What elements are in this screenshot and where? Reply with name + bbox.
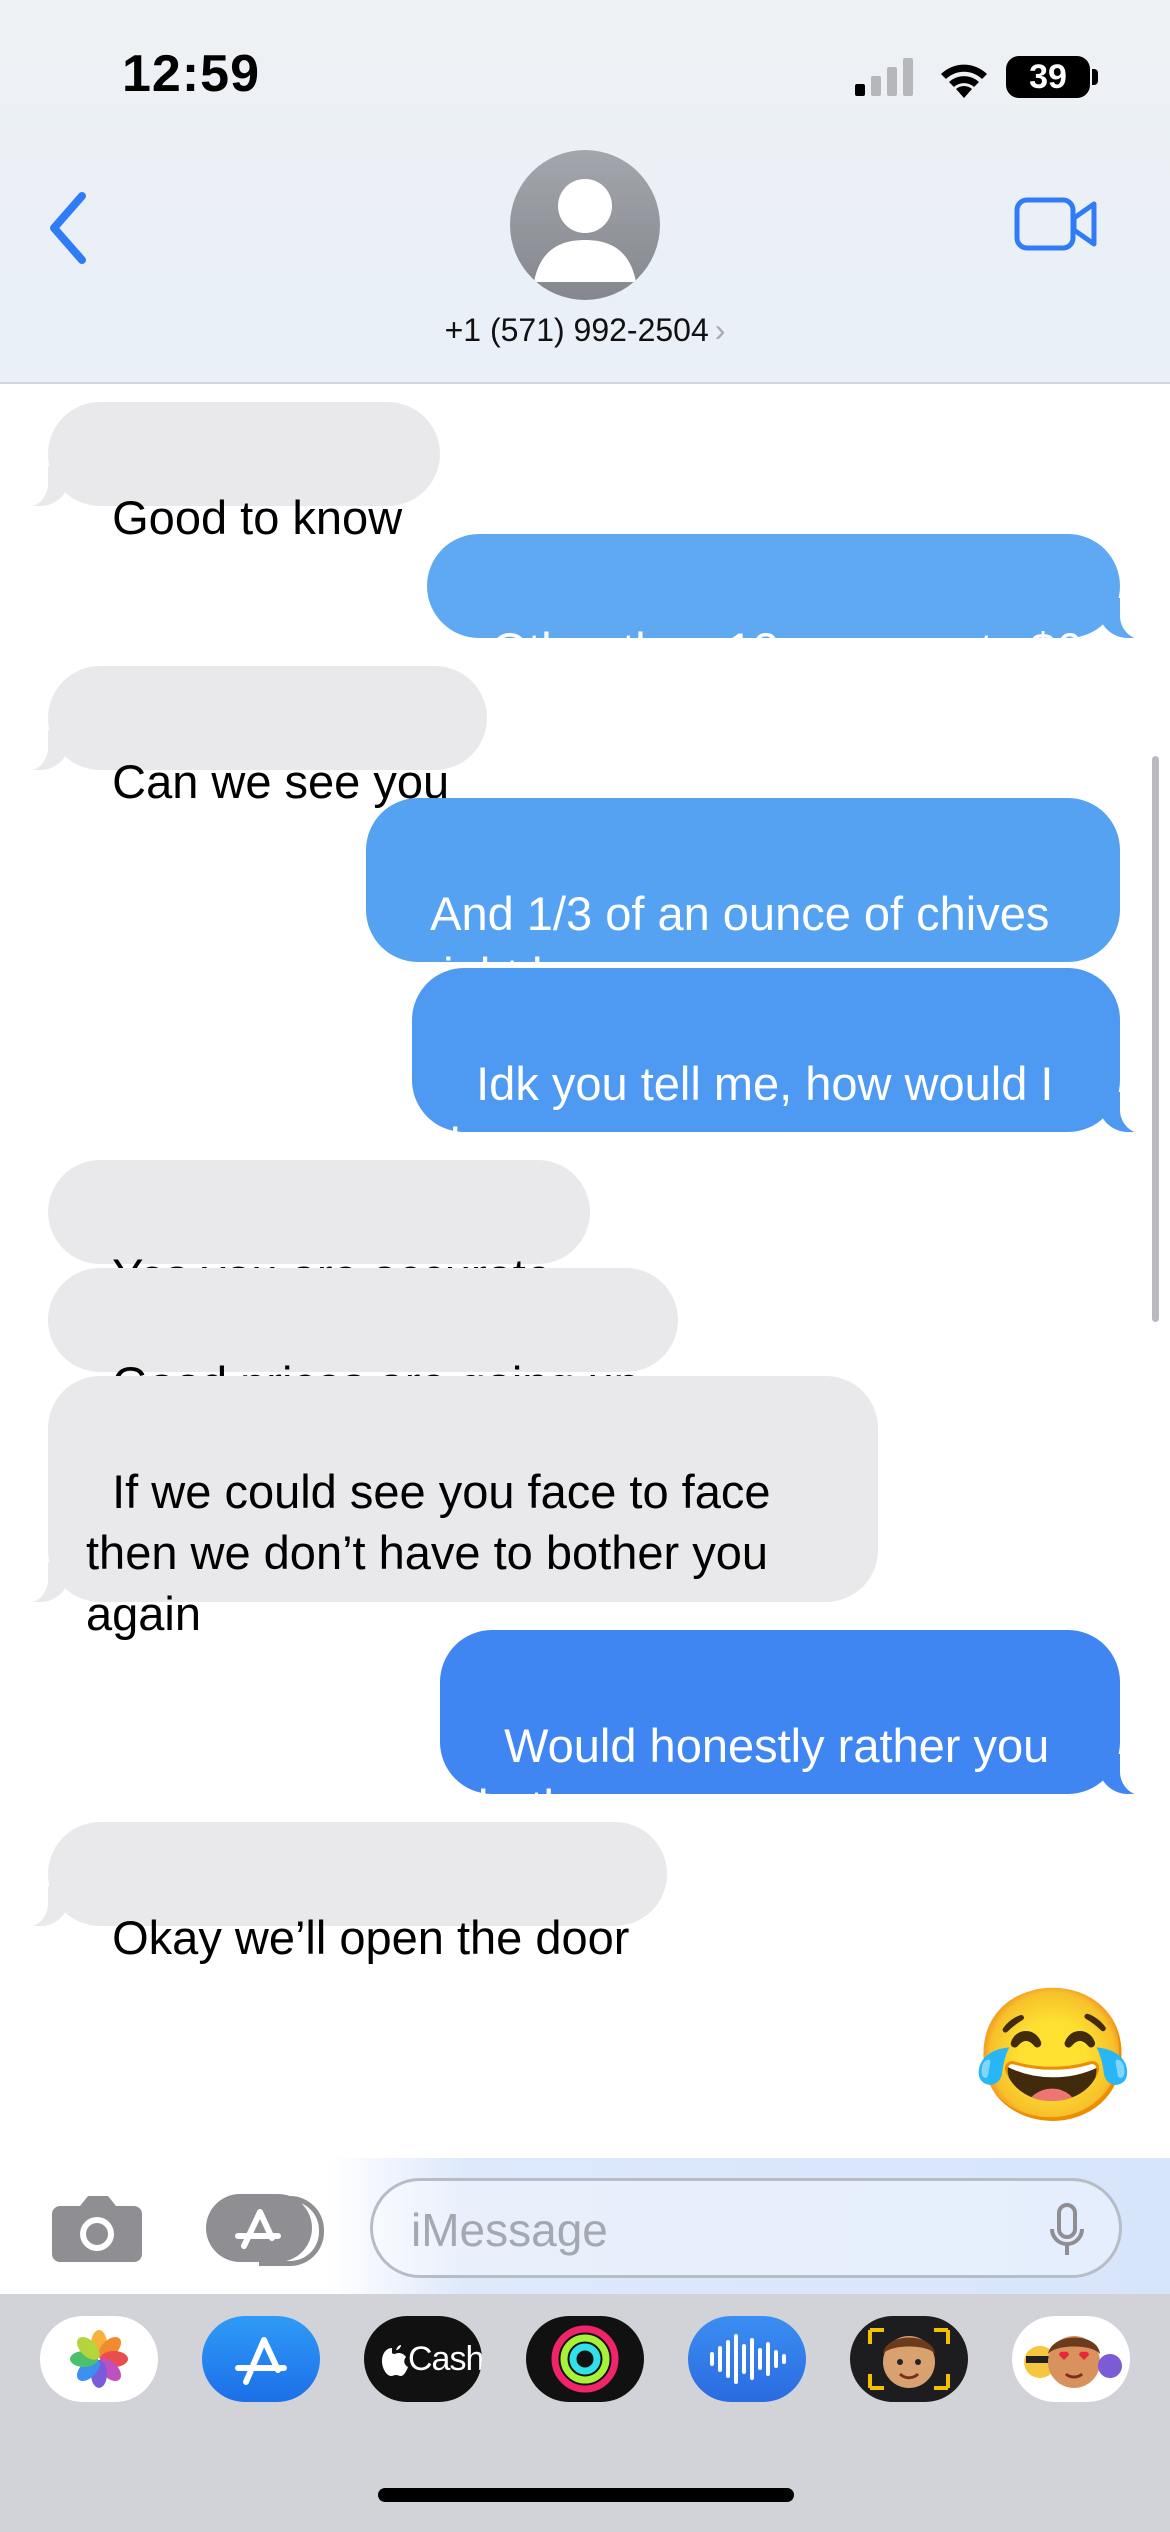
cash-label: Cash xyxy=(408,2340,482,2378)
outgoing-message[interactable]: Would honestly rather you bother me xyxy=(440,1630,1160,1833)
back-chevron-icon[interactable] xyxy=(40,188,100,268)
message-text: Can we see you xyxy=(112,755,450,808)
incoming-message[interactable]: Yes you are accurate xyxy=(48,1160,590,1302)
memoji-app-icon[interactable] xyxy=(850,2316,968,2402)
message-text: Good to know xyxy=(112,491,403,544)
camera-icon[interactable] xyxy=(50,2192,144,2264)
audio-message-app-icon[interactable] xyxy=(688,2316,806,2402)
imessage-input[interactable]: iMessage xyxy=(370,2178,1122,2278)
incoming-message[interactable]: Good to know xyxy=(7,402,441,544)
message-text: Would honestly rather you bother me xyxy=(478,1719,1063,1833)
app-store-app-icon[interactable] xyxy=(202,2316,320,2402)
facetime-video-icon[interactable] xyxy=(1014,196,1098,252)
outgoing-message[interactable]: Idk you tell me, how would I know xyxy=(412,968,1160,1171)
app-store-apps-button[interactable] xyxy=(206,2194,324,2266)
home-indicator[interactable] xyxy=(378,2488,794,2502)
contact-name[interactable]: +1 (571) 992-2504 › xyxy=(0,312,1170,349)
chevron-right-icon: › xyxy=(714,312,726,348)
contact-number: +1 (571) 992-2504 xyxy=(444,312,709,348)
fitness-activity-app-icon[interactable] xyxy=(526,2316,644,2402)
message-text: Okay we’ll open the door xyxy=(112,1911,630,1964)
microphone-icon[interactable] xyxy=(1049,2203,1085,2259)
apps-button-ring xyxy=(259,2196,324,2266)
outgoing-message[interactable]: Other than 12 eggs costs $6 xyxy=(427,534,1160,676)
apple-cash-app-icon[interactable]: Cash xyxy=(364,2316,482,2402)
laughing-emoji-message[interactable]: 😂 xyxy=(972,1990,1134,2120)
battery-tip xyxy=(1092,69,1098,85)
conversation-header: 12:59 39 +1 (571) 992-2504 › xyxy=(0,0,1170,384)
compose-bar: iMessage xyxy=(0,2158,1170,2294)
message-text: Other than 12 eggs costs xyxy=(491,623,1030,676)
incoming-message[interactable]: If we could see you face to face then we… xyxy=(8,1376,878,1640)
scrollbar[interactable] xyxy=(1152,756,1159,1322)
wifi-icon xyxy=(941,64,987,98)
battery-indicator: 39 xyxy=(1006,56,1090,98)
incoming-message[interactable]: Good prices are going up xyxy=(48,1268,678,1410)
outgoing-message[interactable]: And 1/3 of an ounce of chives might be m… xyxy=(366,798,1120,1001)
message-text: Idk you tell me, how would I know xyxy=(450,1057,1067,1171)
status-time: 12:59 xyxy=(122,45,260,103)
status-bar: 12:59 39 xyxy=(0,0,1170,140)
incoming-message[interactable]: Can we see you xyxy=(7,666,488,808)
person-silhouette-icon xyxy=(534,179,636,282)
cellular-signal-icon xyxy=(855,58,913,96)
memoji-stickers-app-icon[interactable] xyxy=(1012,2316,1130,2402)
contact-avatar[interactable] xyxy=(510,150,660,300)
message-text: If we could see you face to face then we… xyxy=(86,1465,784,1640)
photos-app-icon[interactable] xyxy=(40,2316,158,2402)
incoming-message[interactable]: Okay we’ll open the door xyxy=(7,1822,668,1964)
price-link[interactable]: $6 xyxy=(1030,623,1082,676)
imessage-placeholder: iMessage xyxy=(411,2204,608,2256)
